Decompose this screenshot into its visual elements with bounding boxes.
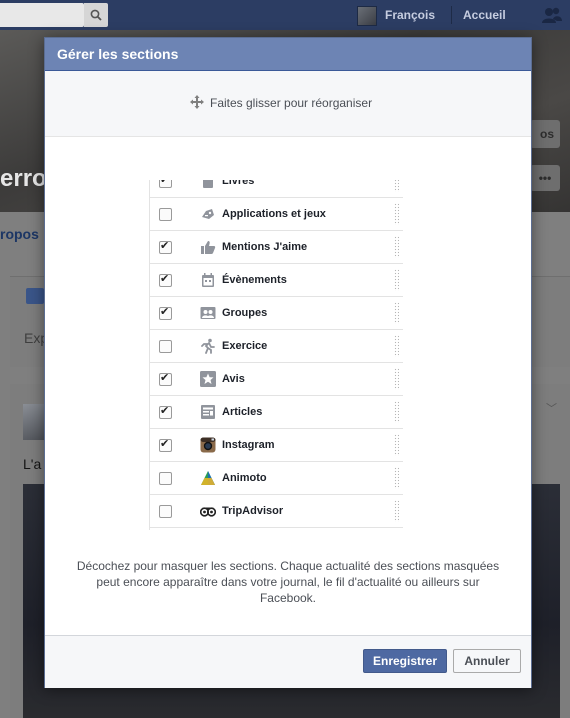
drag-handle[interactable]: [394, 335, 399, 357]
help-text: Décochez pour masquer les sections. Chaq…: [76, 559, 500, 605]
edit-status-icon[interactable]: [26, 288, 44, 304]
dialog-footer: Enregistrer Annuler: [45, 635, 531, 688]
section-label: Articles: [222, 406, 263, 418]
section-checkbox[interactable]: [159, 272, 172, 287]
star-icon: [200, 371, 216, 387]
runner-icon: [200, 338, 216, 354]
section-row[interactable]: Groupes: [149, 297, 403, 330]
more-label: •••: [538, 171, 552, 185]
post-text: L'a: [23, 456, 42, 472]
drag-handle[interactable]: [394, 434, 399, 456]
dialog-header: Gérer les sections: [45, 38, 531, 71]
section-checkbox[interactable]: [159, 305, 172, 320]
book-icon: [200, 180, 216, 189]
dialog-title: Gérer les sections: [57, 46, 179, 62]
section-checkbox[interactable]: [159, 180, 172, 188]
instagram-icon: [200, 437, 216, 453]
user-avatar[interactable]: [357, 6, 377, 26]
section-row[interactable]: Instagram: [149, 429, 403, 462]
section-checkbox[interactable]: [159, 472, 172, 485]
cancel-button[interactable]: Annuler: [453, 649, 521, 673]
section-label: TripAdvisor: [222, 505, 284, 517]
home-link[interactable]: Accueil: [463, 8, 506, 22]
more-button[interactable]: •••: [530, 165, 560, 191]
section-row[interactable]: Évènements: [149, 264, 403, 297]
section-label: Groupes: [222, 307, 268, 319]
drag-hint-text: Faites glisser pour réorganiser: [210, 96, 373, 110]
section-label: Mentions J'aime: [222, 241, 308, 253]
section-label: Avis: [222, 373, 245, 385]
cover-action-button[interactable]: os: [530, 120, 560, 148]
topbar-divider: [451, 6, 452, 24]
section-checkbox[interactable]: [159, 404, 172, 419]
friend-requests-icon[interactable]: [541, 6, 563, 24]
section-row[interactable]: Exercice: [149, 330, 403, 363]
section-checkbox[interactable]: [159, 437, 172, 452]
sections-list-scroll[interactable]: Livres Applications et jeux Mentions J'aim…: [149, 180, 403, 528]
thumbs-up-icon: [200, 239, 216, 255]
drag-handle[interactable]: [394, 236, 399, 258]
section-checkbox[interactable]: [159, 505, 172, 518]
section-label: Instagram: [222, 439, 275, 451]
section-label: Exercice: [222, 340, 268, 352]
section-label: Applications et jeux: [222, 208, 326, 220]
drag-handle[interactable]: [394, 500, 399, 522]
save-button[interactable]: Enregistrer: [363, 649, 447, 673]
sections-list[interactable]: Livres Applications et jeux Mentions J'aim…: [149, 180, 403, 530]
section-row[interactable]: Applications et jeux: [149, 198, 403, 231]
user-name-link[interactable]: François: [385, 8, 435, 22]
calendar-icon: [200, 272, 216, 288]
drag-handle[interactable]: [394, 180, 399, 192]
section-label: Évènements: [222, 274, 287, 286]
post-avatar[interactable]: [23, 404, 45, 440]
section-label: Livres: [222, 180, 255, 187]
tripadvisor-icon: [199, 503, 217, 519]
search-button[interactable]: [84, 3, 108, 27]
drag-handle[interactable]: [394, 302, 399, 324]
drag-handle[interactable]: [394, 401, 399, 423]
section-checkbox[interactable]: [159, 239, 172, 254]
section-checkbox[interactable]: [159, 208, 172, 221]
gamepad-icon: [200, 206, 216, 222]
section-row[interactable]: Avis: [149, 363, 403, 396]
search-icon: [90, 9, 102, 21]
drag-hint-bar: Faites glisser pour réorganiser: [45, 71, 531, 137]
move-arrows-icon: [190, 95, 204, 109]
chevron-down-icon[interactable]: ﹀: [546, 400, 557, 416]
drag-handle[interactable]: [394, 467, 399, 489]
search-input[interactable]: [0, 3, 84, 27]
section-row[interactable]: TripAdvisor: [149, 495, 403, 528]
animoto-icon: [200, 470, 216, 486]
section-label: Animoto: [222, 472, 267, 484]
group-icon: [200, 305, 216, 321]
cover-action-label: os: [539, 127, 554, 141]
section-row[interactable]: Livres: [149, 180, 403, 198]
section-row[interactable]: Animoto: [149, 462, 403, 495]
tab-about[interactable]: ropos: [0, 226, 39, 242]
drag-handle[interactable]: [394, 203, 399, 225]
manage-sections-dialog: Gérer les sections Faites glisser pour r…: [44, 37, 532, 688]
drag-handle[interactable]: [394, 368, 399, 390]
drag-handle[interactable]: [394, 269, 399, 291]
section-row[interactable]: Articles: [149, 396, 403, 429]
section-row[interactable]: Mentions J'aime: [149, 231, 403, 264]
section-checkbox[interactable]: [159, 340, 172, 353]
article-icon: [200, 404, 216, 420]
section-checkbox[interactable]: [159, 371, 172, 386]
